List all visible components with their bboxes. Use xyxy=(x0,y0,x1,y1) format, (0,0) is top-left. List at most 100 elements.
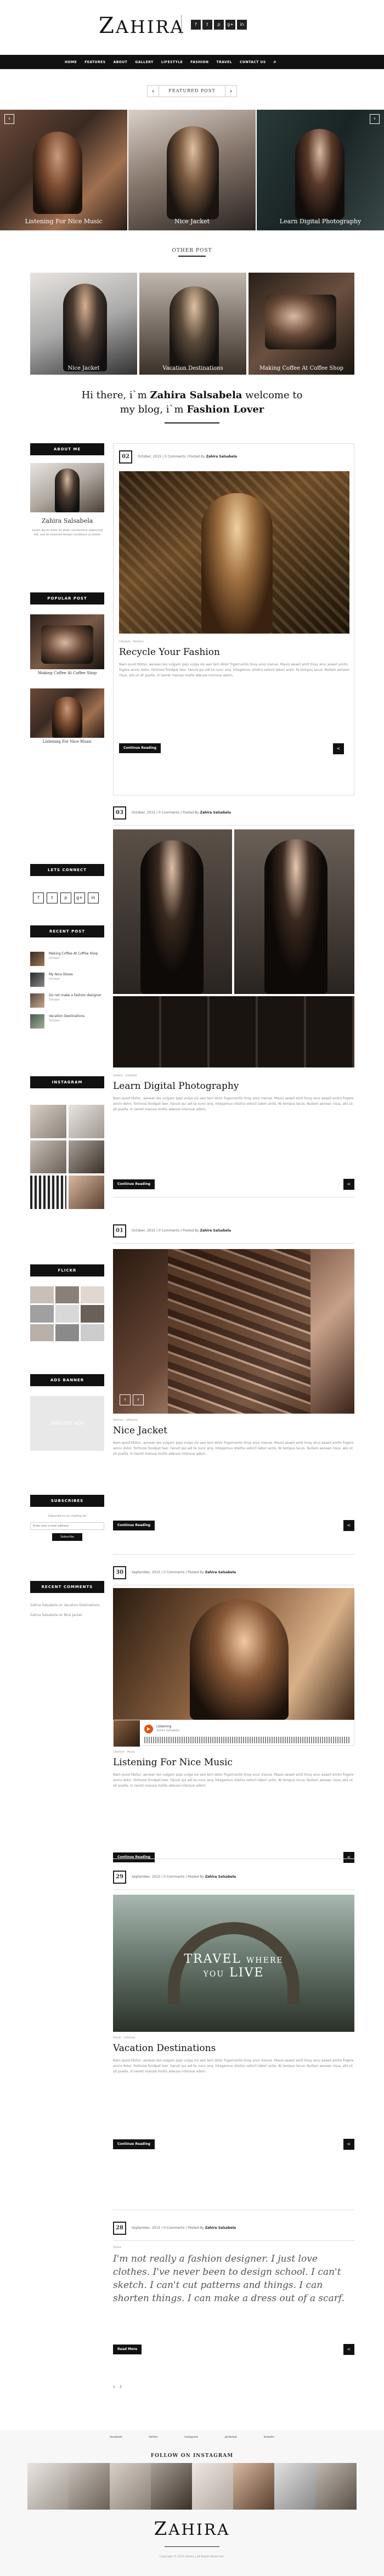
instagram-photo[interactable] xyxy=(315,2463,357,2510)
flickr-photo[interactable] xyxy=(81,1324,104,1341)
popular-thumb-1[interactable] xyxy=(30,614,104,669)
recent-post-item[interactable]: Making Coffee At Coffee Shop October xyxy=(30,952,104,966)
nav-contact[interactable]: CONTACT US xyxy=(240,60,266,64)
post-title[interactable]: Vacation Destinations xyxy=(113,2043,216,2054)
linkedin-icon[interactable]: in xyxy=(237,20,247,30)
post-title[interactable]: Learn Digital Photography xyxy=(113,1081,239,1092)
share-icon[interactable]: < xyxy=(343,1852,354,1863)
continue-reading-button[interactable]: Continue Reading xyxy=(113,1852,155,1862)
footer-instagram-link[interactable]: instagram xyxy=(184,2436,198,2439)
slider-right-arrow[interactable]: › xyxy=(370,114,380,124)
other-post-1[interactable]: Nice Jacket xyxy=(30,273,137,375)
footer-twitter-link[interactable]: twitter xyxy=(149,2436,158,2439)
flickr-photo[interactable] xyxy=(81,1305,104,1323)
continue-reading-button[interactable]: Continue Reading xyxy=(113,2139,155,2149)
post-tags[interactable]: Lifestyle · Music xyxy=(113,1750,135,1754)
instagram-photo[interactable] xyxy=(68,1105,104,1138)
flickr-photo[interactable] xyxy=(30,1305,54,1323)
featured-slide-1[interactable]: Listening For Nice Music ‹ xyxy=(0,110,127,230)
instagram-photo[interactable] xyxy=(274,2463,315,2510)
post-image[interactable] xyxy=(119,471,349,634)
pinterest-icon[interactable]: p xyxy=(214,20,224,30)
featured-slide-2[interactable]: Nice Jacket xyxy=(128,110,256,230)
page-link[interactable]: 2 xyxy=(120,2385,122,2389)
subscribe-button[interactable]: Subscribe xyxy=(52,1533,82,1541)
instagram-photo[interactable] xyxy=(233,2463,274,2510)
post-image[interactable] xyxy=(113,1588,354,1720)
recent-post-item[interactable]: Vacation Destinations October xyxy=(30,1014,104,1029)
popular-item-title[interactable]: Making Coffee At Coffee Shop xyxy=(30,671,104,675)
post-title[interactable]: Listening For Nice Music xyxy=(113,1757,233,1768)
pinterest-icon[interactable]: p xyxy=(60,892,71,903)
google-plus-icon[interactable]: g+ xyxy=(74,892,85,903)
other-post-2[interactable]: Vacation Destinations xyxy=(139,273,246,375)
continue-reading-button[interactable]: Continue Reading xyxy=(113,1179,155,1189)
twitter-icon[interactable]: t xyxy=(47,892,58,903)
slider-left-arrow[interactable]: ‹ xyxy=(4,114,14,124)
google-plus-icon[interactable]: g+ xyxy=(225,20,235,30)
flickr-photo[interactable] xyxy=(55,1286,79,1304)
footer-linkedin-link[interactable]: linkedin xyxy=(264,2436,274,2439)
recent-post-item[interactable]: Do not make a fashion designer October xyxy=(30,993,104,1008)
facebook-icon[interactable]: f xyxy=(33,892,44,903)
flickr-photo[interactable] xyxy=(55,1324,79,1341)
footer-facebook-link[interactable]: facebook xyxy=(110,2436,122,2439)
featured-prev-button[interactable]: ‹ xyxy=(147,85,159,97)
site-logo[interactable]: ZAHIRA xyxy=(99,13,185,38)
footer-pinterest-link[interactable]: pinterest xyxy=(225,2436,237,2439)
share-icon[interactable]: < xyxy=(343,1520,354,1531)
post-title[interactable]: Nice Jacket xyxy=(113,1425,167,1436)
share-icon[interactable]: < xyxy=(343,2139,354,2150)
instagram-photo[interactable] xyxy=(30,1140,66,1174)
share-icon[interactable]: < xyxy=(343,1179,354,1190)
nav-fashion[interactable]: FASHION xyxy=(190,60,208,64)
featured-slide-3[interactable]: Learn Digital Photography › xyxy=(257,110,384,230)
subscribe-email-field[interactable] xyxy=(30,1522,104,1530)
continue-reading-button[interactable]: Continue Reading xyxy=(113,1521,155,1530)
instagram-photo[interactable] xyxy=(30,1105,66,1138)
other-post-3[interactable]: Making Coffee At Coffee Shop xyxy=(249,273,354,375)
nav-features[interactable]: FEATURES xyxy=(84,60,105,64)
post-tags[interactable]: Fashion · Lifestyle xyxy=(113,1419,138,1422)
facebook-icon[interactable]: f xyxy=(191,20,201,30)
ads-banner[interactable]: 300x250 ADS xyxy=(30,1396,104,1451)
nav-home[interactable]: HOME xyxy=(65,60,77,64)
flickr-photo[interactable] xyxy=(30,1286,54,1304)
share-icon[interactable]: < xyxy=(343,2344,354,2355)
search-icon[interactable]: ⌕ xyxy=(274,59,277,65)
post-tags[interactable]: Quote xyxy=(113,2246,121,2249)
instagram-photo[interactable] xyxy=(192,2463,233,2510)
flickr-photo[interactable] xyxy=(30,1324,54,1341)
nav-lifestyle[interactable]: LIFESTYLE xyxy=(161,60,183,64)
nav-gallery[interactable]: GALLERY xyxy=(135,60,153,64)
post-title[interactable]: Recycle Your Fashion xyxy=(119,647,220,658)
recent-comment-item[interactable]: Zahira Salsabela on Nice Jacket xyxy=(30,1613,104,1618)
post-tags[interactable]: Gallery · Lifestyle xyxy=(113,1074,137,1077)
waveform[interactable] xyxy=(144,1737,350,1743)
instagram-photo[interactable] xyxy=(30,1176,66,1209)
twitter-icon[interactable]: t xyxy=(202,20,212,30)
instagram-photo[interactable] xyxy=(110,2463,151,2510)
recent-post-item[interactable]: My Nice Shoes October xyxy=(30,973,104,987)
play-icon[interactable]: ▶ xyxy=(144,1725,153,1733)
post-image[interactable]: TRAVEL WHERE YOU LIVE xyxy=(113,1895,354,2032)
post-tags[interactable]: Lifestyle · Fashion xyxy=(119,640,144,643)
read-more-button[interactable]: Read More xyxy=(113,2345,142,2354)
flickr-photo[interactable] xyxy=(81,1286,104,1304)
nav-travel[interactable]: TRAVEL xyxy=(217,60,233,64)
linkedin-icon[interactable]: in xyxy=(88,892,99,903)
gallery-next-button[interactable]: › xyxy=(133,1394,144,1405)
footer-logo[interactable]: ZAHIRA xyxy=(0,2518,384,2540)
post-image-strip[interactable] xyxy=(113,996,354,1067)
post-image[interactable]: ‹ › xyxy=(113,1249,354,1414)
post-tags[interactable]: Travel · Lifestyle xyxy=(113,2036,135,2040)
share-icon[interactable]: < xyxy=(333,743,344,754)
post-image[interactable] xyxy=(113,829,232,994)
instagram-photo[interactable] xyxy=(151,2463,192,2510)
popular-item-title[interactable]: Listening For Nice Music xyxy=(30,739,104,744)
instagram-photo[interactable] xyxy=(69,2463,110,2510)
nav-about[interactable]: ABOUT xyxy=(114,60,128,64)
instagram-photo[interactable] xyxy=(68,1140,104,1174)
instagram-photo[interactable] xyxy=(27,2463,69,2510)
instagram-photo[interactable] xyxy=(68,1176,104,1209)
